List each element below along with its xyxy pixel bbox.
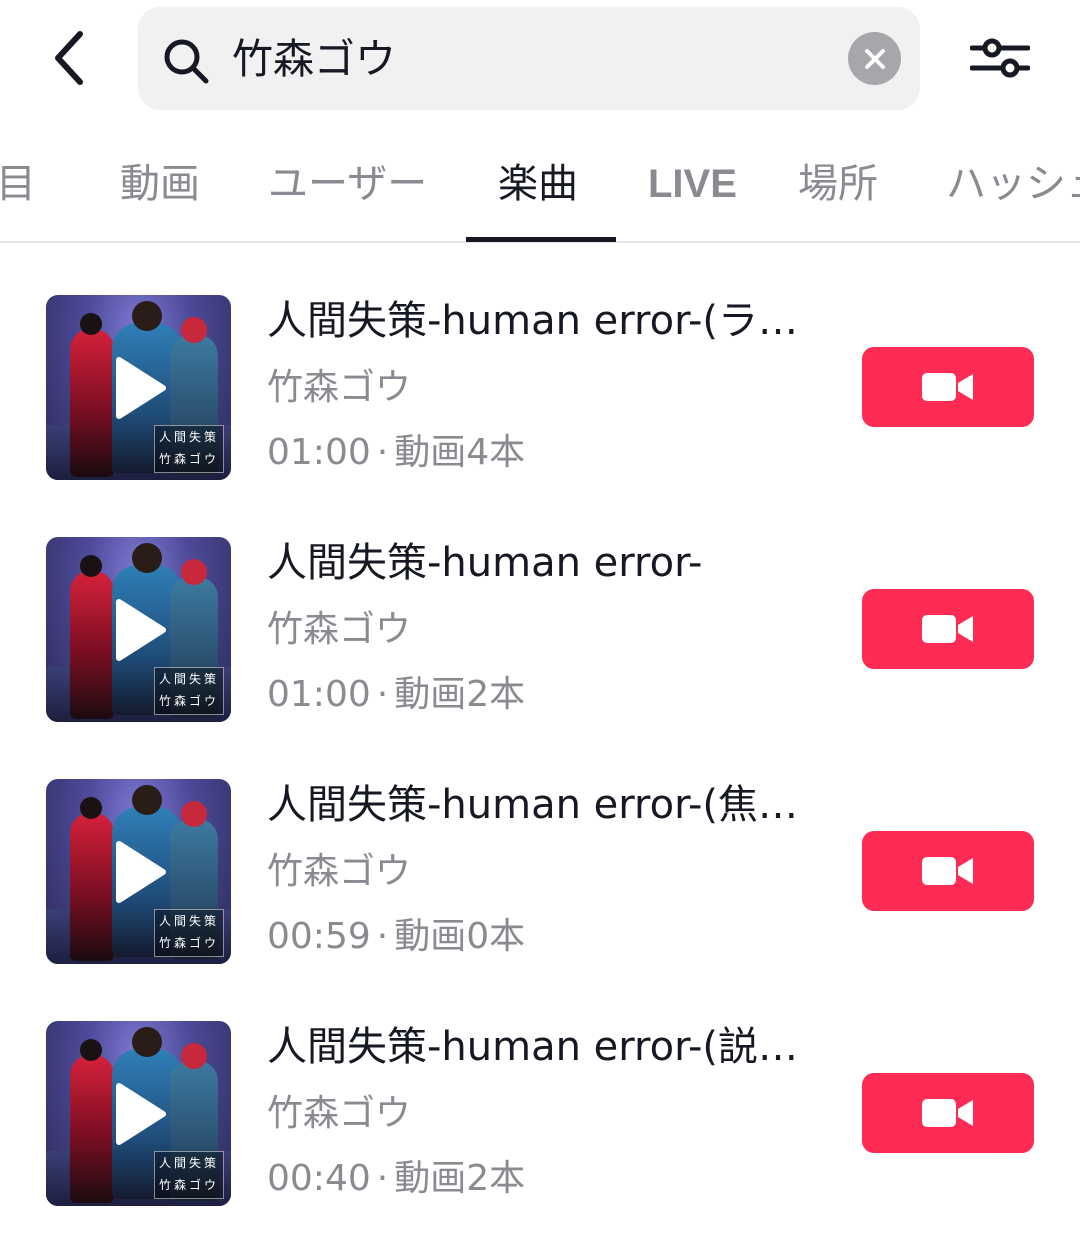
sliders-icon [970, 38, 1030, 78]
song-title: 人間失策-human error-(焦… [267, 782, 798, 828]
list-item[interactable]: 人間失策 竹森ゴウ 人間失策-human error-(説… 竹森ゴウ 00:4… [0, 991, 1080, 1233]
back-button[interactable] [40, 28, 96, 88]
tab-hashtags[interactable]: ハッシュ [946, 128, 1080, 241]
use-sound-button[interactable] [862, 589, 1034, 669]
song-meta: 01:00 · 動画2本 [267, 674, 526, 715]
play-icon [115, 1082, 166, 1145]
clear-search-button[interactable] [848, 32, 901, 85]
song-duration: 00:59 [267, 916, 371, 957]
list-item[interactable]: 人間失策 竹森ゴウ 人間失策-human error-(焦… 竹森ゴウ 00:5… [0, 749, 1080, 991]
song-duration: 00:40 [267, 1158, 371, 1199]
video-camera-icon [922, 857, 973, 885]
active-tab-indicator [466, 237, 616, 242]
song-title: 人間失策-human error- [267, 540, 703, 586]
song-duration: 01:00 [267, 432, 371, 473]
song-video-count: 動画4本 [394, 432, 526, 473]
song-title: 人間失策-human error-(ラ… [267, 298, 798, 344]
song-cover[interactable]: 人間失策 竹森ゴウ [46, 779, 231, 964]
song-video-count: 動画2本 [394, 1158, 526, 1199]
song-title: 人間失策-human error-(説… [267, 1024, 798, 1070]
tab-places[interactable]: 場所 [798, 128, 878, 241]
song-artist: 竹森ゴウ [267, 1093, 412, 1134]
search-header: 竹森ゴウ [0, 0, 1080, 118]
list-item[interactable]: 人間失策 竹森ゴウ 人間失策-human error- 竹森ゴウ 01:00 · 動… [0, 507, 1080, 749]
video-camera-icon [922, 615, 973, 643]
list-item[interactable]: 人間失策 竹森ゴウ 人間失策-human error-(ラ… 竹森ゴウ 01:0… [0, 265, 1080, 507]
use-sound-button[interactable] [862, 347, 1034, 427]
song-artist: 竹森ゴウ [267, 851, 412, 892]
song-meta: 01:00 · 動画4本 [267, 432, 526, 473]
song-artist: 竹森ゴウ [267, 609, 412, 650]
tab-users[interactable]: ユーザー [268, 128, 427, 241]
search-icon [164, 39, 209, 84]
use-sound-button[interactable] [862, 831, 1034, 911]
tab-live[interactable]: LIVE [648, 128, 737, 241]
song-cover[interactable]: 人間失策 竹森ゴウ [46, 537, 231, 722]
video-camera-icon [922, 1099, 973, 1127]
song-cover[interactable]: 人間失策 竹森ゴウ [46, 1021, 231, 1206]
search-input[interactable]: 竹森ゴウ [232, 29, 396, 89]
play-icon [115, 598, 166, 661]
song-meta: 00:59 · 動画0本 [267, 916, 526, 957]
song-video-count: 動画2本 [394, 674, 526, 715]
use-sound-button[interactable] [862, 1073, 1034, 1153]
tab-top[interactable]: 注目 [0, 128, 36, 241]
tab-sounds[interactable]: 楽曲 [498, 128, 578, 241]
search-bar[interactable]: 竹森ゴウ [138, 7, 920, 110]
song-artist: 竹森ゴウ [267, 367, 412, 408]
song-video-count: 動画0本 [394, 916, 526, 957]
play-icon [115, 840, 166, 903]
chevron-left-icon [55, 31, 83, 85]
tab-videos[interactable]: 動画 [120, 128, 200, 241]
close-icon [864, 48, 885, 69]
play-icon [115, 356, 166, 419]
song-cover[interactable]: 人間失策 竹森ゴウ [46, 295, 231, 480]
song-duration: 01:00 [267, 674, 371, 715]
video-camera-icon [922, 373, 973, 401]
song-meta: 00:40 · 動画2本 [267, 1158, 526, 1199]
filter-button[interactable] [964, 28, 1036, 88]
search-tabs: 注目 動画 ユーザー 楽曲 LIVE 場所 ハッシュ [0, 128, 1080, 243]
